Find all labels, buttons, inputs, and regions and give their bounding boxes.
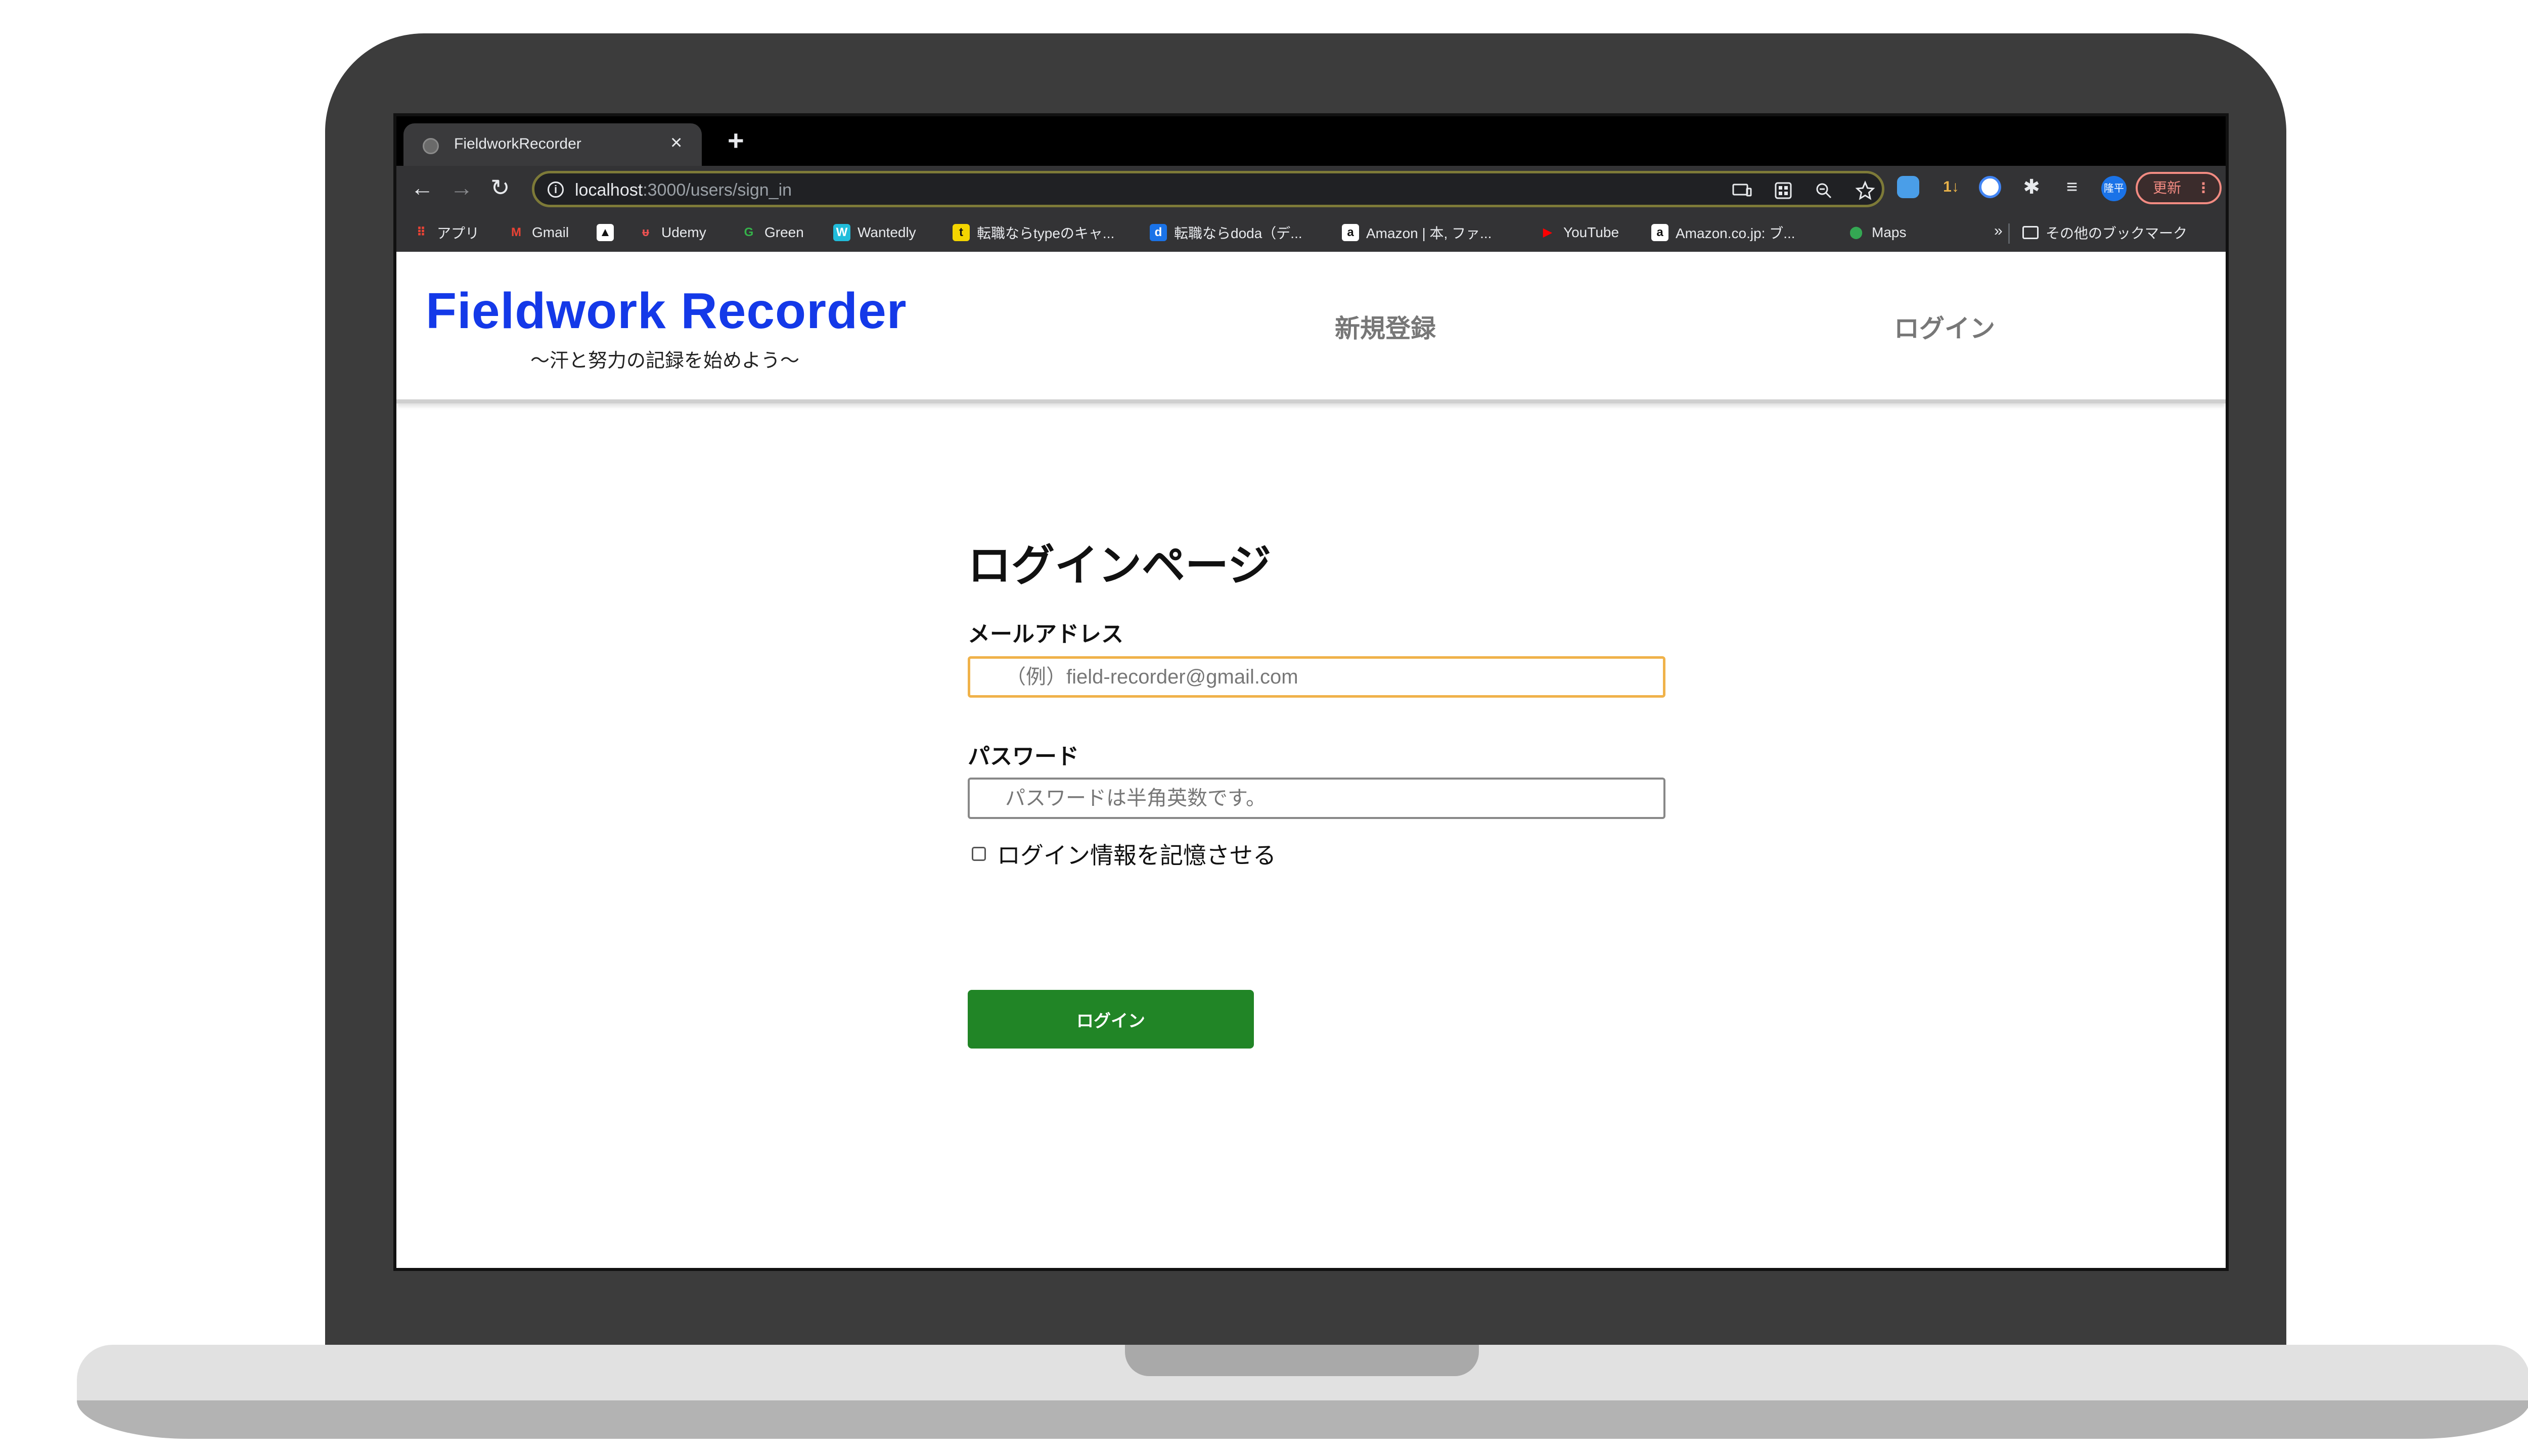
bookmark-amazon[interactable]: a Amazon | 本, ファ...	[1342, 222, 1492, 243]
green-icon: G	[744, 225, 754, 239]
close-icon[interactable]: ×	[670, 132, 682, 153]
email-label: メールアドレス	[968, 622, 1123, 647]
translate-extension-icon[interactable]	[1979, 176, 2001, 198]
remember-me-label[interactable]: ログイン情報を記憶させる	[997, 837, 1276, 871]
login-submit-button[interactable]: ログイン	[968, 990, 1254, 1049]
extensions-puzzle-icon[interactable]: ✱	[2020, 176, 2043, 198]
type-icon: t	[953, 224, 970, 241]
site-info-icon[interactable]: i	[548, 181, 564, 198]
remember-me-checkbox[interactable]	[972, 847, 986, 861]
youtube-icon: ▶	[1543, 225, 1553, 239]
bookmarks-bar: ⠿ アプリ M Gmail ▲ ᵾ Udemy G Green W Wanted…	[396, 211, 2226, 252]
nav-login-link[interactable]: ログイン	[1894, 308, 1995, 345]
site-tagline: 〜汗と努力の記録を始めよう〜	[530, 349, 800, 372]
nav-signup-link[interactable]: 新規登録	[1335, 308, 1436, 345]
tab-fieldworkrecorder[interactable]: FieldworkRecorder ×	[403, 123, 702, 166]
password-field[interactable]	[968, 778, 1665, 819]
globe-icon	[423, 138, 439, 154]
email-field[interactable]	[968, 656, 1665, 698]
other-bookmarks-folder[interactable]: その他のブックマーク	[2022, 222, 2187, 243]
bookmark-gmail[interactable]: M Gmail	[508, 222, 569, 243]
reload-icon[interactable]: ↻	[490, 176, 510, 199]
maps-icon: ⬤	[1849, 225, 1863, 239]
cast-icon[interactable]	[1732, 183, 1752, 200]
reading-list-icon[interactable]: ≡	[2061, 176, 2083, 198]
bookmark-amazon-jp[interactable]: a Amazon.co.jp: ブ...	[1651, 222, 1795, 243]
site-logo[interactable]: Fieldwork Recorder	[426, 282, 907, 340]
laptop-base-shadow	[77, 1400, 2528, 1439]
zoom-icon[interactable]	[1815, 181, 1833, 200]
doda-icon: d	[1150, 224, 1167, 241]
bookmark-wantedly[interactable]: W Wantedly	[833, 222, 916, 243]
laptop-notch	[1125, 1345, 1479, 1376]
forward-arrow-icon[interactable]: →	[450, 176, 473, 199]
bookmark-triangle-app[interactable]: ▲	[597, 222, 621, 243]
amazon-icon: a	[1651, 224, 1668, 241]
tab-title: FieldworkRecorder	[454, 135, 581, 152]
page-content: Fieldwork Recorder 〜汗と努力の記録を始めよう〜 新規登録 ロ…	[396, 252, 2226, 1268]
more-bookmarks-chevron-icon[interactable]: »	[1994, 222, 2003, 240]
kebab-menu-icon: ⋮	[2196, 180, 2210, 196]
bookmark-type[interactable]: t 転職ならtypeのキャ...	[953, 222, 1114, 243]
tab-strip: FieldworkRecorder × +	[396, 116, 2226, 166]
triangle-app-icon: ▲	[597, 224, 614, 241]
apps-grid-icon: ⠿	[416, 225, 426, 239]
password-label: パスワード	[968, 744, 1079, 769]
cloud-extension-icon[interactable]	[1897, 176, 1919, 198]
wantedly-icon: W	[833, 224, 850, 241]
qr-code-icon[interactable]	[1774, 181, 1792, 200]
url-text[interactable]: localhost:3000/users/sign_in	[575, 180, 792, 200]
remember-me[interactable]: ログイン情報を記憶させる	[972, 837, 1276, 871]
bookmark-maps[interactable]: ⬤ Maps	[1847, 222, 1907, 243]
page-title: ログインページ	[968, 541, 1272, 590]
folder-icon	[2022, 226, 2039, 239]
update-button[interactable]: 更新 ⋮	[2136, 172, 2222, 204]
profile-avatar[interactable]: 隆平	[2101, 176, 2127, 201]
udemy-icon: ᵾ	[642, 225, 649, 239]
bookmark-apps[interactable]: ⠿ アプリ	[413, 222, 479, 243]
bookmark-udemy[interactable]: ᵾ Udemy	[637, 222, 706, 243]
gmail-icon: M	[511, 225, 521, 239]
bookmark-green[interactable]: G Green	[740, 222, 804, 243]
browser-window: FieldworkRecorder × + ← → ↻ i localhost:…	[393, 113, 2229, 1271]
bookmark-youtube[interactable]: ▶ YouTube	[1539, 222, 1619, 243]
new-tab-button[interactable]: +	[728, 126, 744, 155]
bookmark-star-icon[interactable]	[1855, 180, 1875, 201]
address-bar[interactable]: i localhost:3000/users/sign_in	[532, 171, 1884, 207]
site-header: Fieldwork Recorder 〜汗と努力の記録を始めよう〜 新規登録 ロ…	[396, 252, 2226, 403]
ranking-extension-icon[interactable]: 1↓	[1940, 176, 1962, 198]
bookmarks-divider	[2008, 223, 2010, 244]
amazon-icon: a	[1342, 224, 1359, 241]
back-arrow-icon[interactable]: ←	[411, 176, 434, 199]
bookmark-doda[interactable]: d 転職ならdoda（デ...	[1150, 222, 1302, 243]
